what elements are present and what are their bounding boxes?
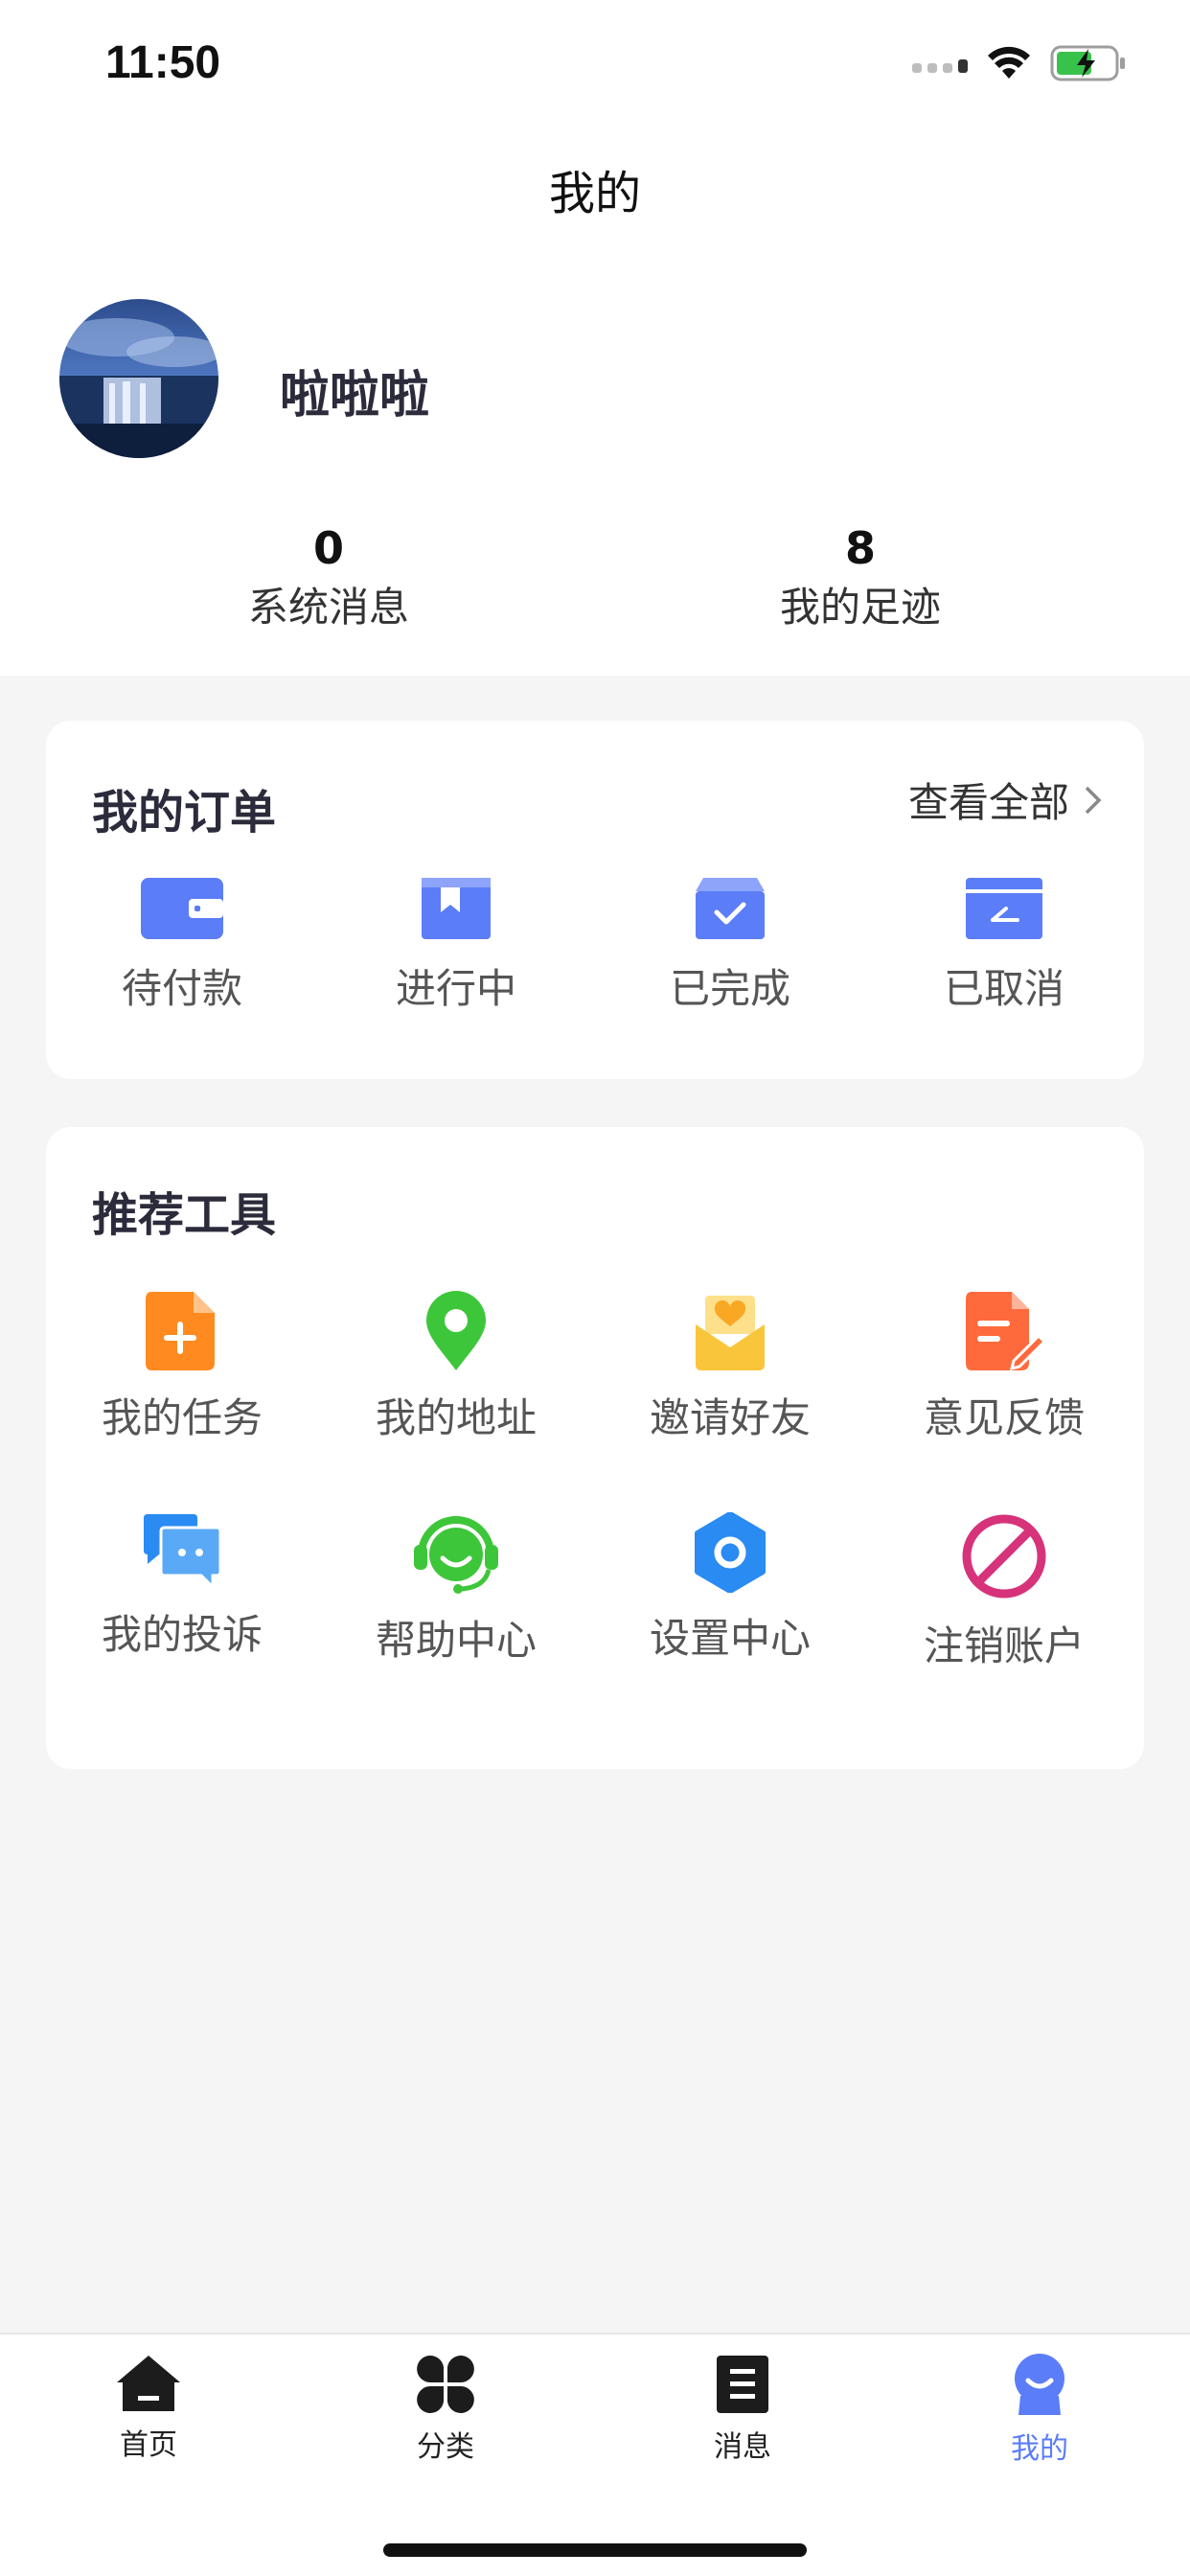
order-in-progress[interactable]: 进行中 — [332, 874, 581, 1015]
stat-label: 我的足迹 — [779, 584, 941, 631]
profile-section: 啦啦啦 0 系统消息 8 我的足迹 — [0, 249, 1190, 676]
message-doc-icon — [717, 2356, 768, 2413]
tab-category[interactable]: 分类 — [350, 2354, 541, 2465]
tool-label: 帮助中心 — [375, 1617, 537, 1664]
category-grid-icon — [417, 2356, 474, 2413]
tab-home[interactable]: 首页 — [53, 2354, 244, 2463]
orders-card: 我的订单 查看全部 待付款 进行中 已完成 已取消 — [46, 721, 1144, 1079]
tab-messages[interactable]: 消息 — [647, 2354, 838, 2465]
tools-card: 推荐工具 我的任务 我的地址 邀请好友 意见反馈 我的投诉 帮助中心 设置中心 … — [46, 1127, 1144, 1769]
order-label: 进行中 — [395, 965, 516, 1012]
orders-title: 我的订单 — [92, 786, 277, 840]
tab-label: 我的 — [1011, 2432, 1068, 2466]
status-time: 11:50 — [105, 37, 221, 88]
wallet-icon — [141, 878, 223, 939]
page-title: 我的 — [548, 167, 641, 220]
battery-icon — [1050, 45, 1125, 81]
location-pin-icon — [426, 1291, 486, 1370]
tool-feedback[interactable]: 意见反馈 — [880, 1290, 1129, 1444]
nav-header: 我的 — [0, 134, 1190, 249]
order-label: 待付款 — [121, 965, 242, 1012]
tool-deactivate-account[interactable]: 注销账户 — [880, 1512, 1129, 1672]
headset-icon — [414, 1516, 498, 1594]
order-label: 已取消 — [943, 965, 1064, 1012]
home-indicator[interactable] — [383, 2543, 807, 2557]
status-indicators — [912, 44, 1127, 82]
stat-value: 8 — [844, 522, 876, 574]
feedback-edit-icon — [966, 1292, 1044, 1371]
stat-label: 系统消息 — [247, 584, 409, 631]
tool-label: 设置中心 — [649, 1615, 811, 1662]
tool-settings-center[interactable]: 设置中心 — [606, 1512, 855, 1665]
order-cancelled[interactable]: 已取消 — [880, 874, 1129, 1015]
tool-label: 我的任务 — [101, 1394, 263, 1441]
bookmark-box-icon — [422, 878, 491, 939]
avatar-image — [59, 299, 218, 458]
tool-label: 注销账户 — [923, 1622, 1085, 1669]
avatar[interactable] — [59, 299, 218, 458]
view-all-label: 查看全部 — [907, 779, 1069, 826]
chat-bubbles-icon — [144, 1514, 222, 1589]
tool-help-center[interactable]: 帮助中心 — [332, 1512, 581, 1667]
view-all-orders-link[interactable]: 查看全部 — [908, 770, 1104, 829]
signal-icon — [912, 54, 968, 73]
stat-value: 0 — [312, 522, 344, 574]
tools-title: 推荐工具 — [92, 1188, 277, 1242]
invite-envelope-icon — [696, 1296, 765, 1370]
home-icon — [117, 2356, 180, 2411]
tool-my-tasks[interactable]: 我的任务 — [57, 1290, 307, 1444]
order-pending-payment[interactable]: 待付款 — [57, 874, 307, 1015]
tab-label: 首页 — [120, 2428, 177, 2462]
tab-label: 分类 — [417, 2430, 474, 2464]
box-cancel-icon — [966, 878, 1042, 939]
tool-my-complaints[interactable]: 我的投诉 — [57, 1512, 307, 1661]
order-completed[interactable]: 已完成 — [606, 874, 855, 1015]
tool-label: 我的投诉 — [101, 1611, 263, 1658]
tool-label: 意见反馈 — [923, 1394, 1085, 1441]
box-check-icon — [696, 878, 765, 939]
order-label: 已完成 — [669, 965, 790, 1012]
bottom-tab-bar: 首页 分类 消息 我的 — [0, 2333, 1190, 2576]
tool-label: 我的地址 — [375, 1394, 537, 1441]
wifi-icon — [988, 46, 1030, 79]
tab-label: 消息 — [714, 2430, 771, 2464]
settings-gear-icon — [695, 1512, 766, 1593]
status-bar: 11:50 — [0, 0, 1190, 134]
tool-my-address[interactable]: 我的地址 — [332, 1290, 581, 1444]
screen: 11:50 我的 啦啦啦 0 系统消息 8 我的足迹 我的订单 查看全部 待付款… — [0, 0, 1190, 2576]
stat-my-footprints[interactable]: 8 我的足迹 — [717, 519, 1004, 636]
username: 啦啦啦 — [280, 367, 430, 425]
profile-icon — [1015, 2354, 1064, 2415]
stat-system-messages[interactable]: 0 系统消息 — [185, 519, 472, 636]
chevron-right-icon — [1085, 786, 1102, 814]
tool-label: 邀请好友 — [649, 1394, 811, 1441]
task-add-icon — [146, 1292, 215, 1370]
tab-profile[interactable]: 我的 — [944, 2354, 1135, 2467]
forbidden-icon — [962, 1514, 1046, 1598]
tool-invite-friends[interactable]: 邀请好友 — [606, 1290, 855, 1444]
